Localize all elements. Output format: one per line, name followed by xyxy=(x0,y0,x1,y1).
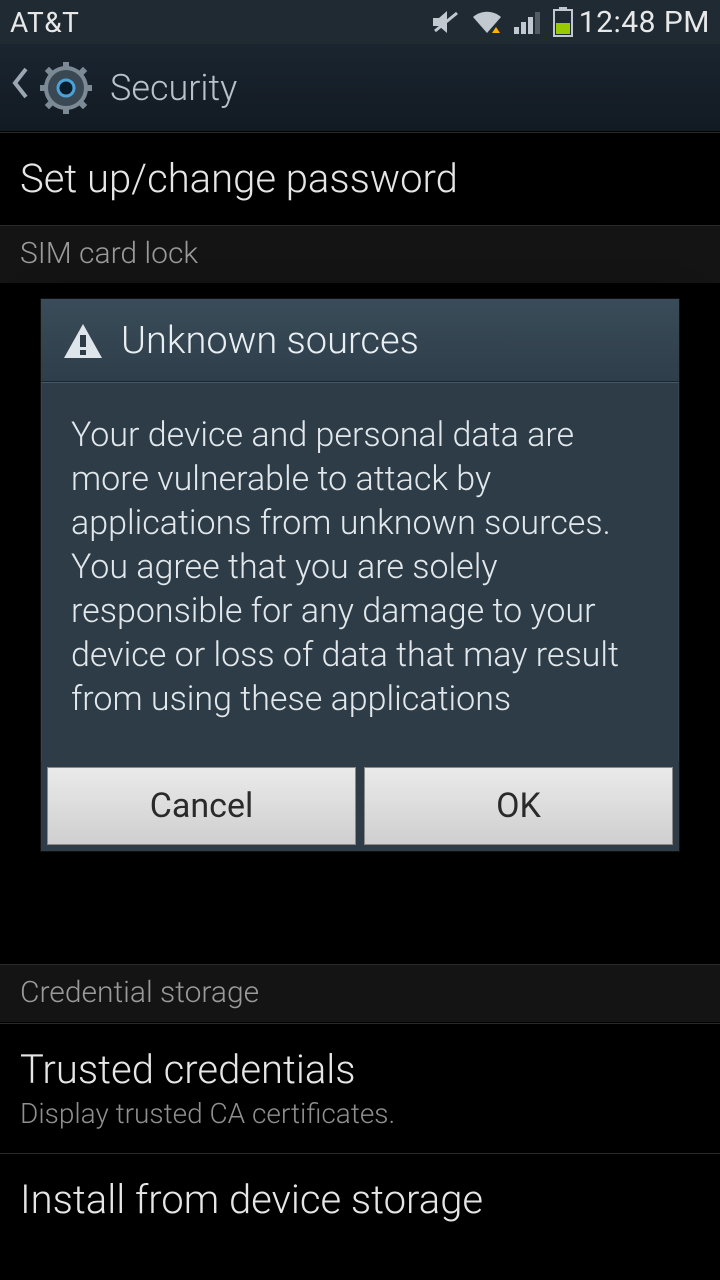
setup-password-label: Set up/change password xyxy=(20,155,700,202)
status-icons xyxy=(431,7,573,37)
action-bar: Security xyxy=(0,44,720,132)
sim-card-lock-section: SIM card lock xyxy=(0,225,720,284)
ok-button[interactable]: OK xyxy=(364,767,673,845)
trusted-credentials-title: Trusted credentials xyxy=(20,1046,700,1093)
carrier-label: AT&T xyxy=(10,6,79,39)
setup-password-item[interactable]: Set up/change password xyxy=(0,132,720,225)
dialog-buttons: Cancel OK xyxy=(41,761,679,851)
sim-card-lock-label: SIM card lock xyxy=(20,236,700,271)
clock-label: 12:48 PM xyxy=(579,5,710,40)
install-from-storage-title: Install from device storage xyxy=(20,1176,700,1223)
page-title: Security xyxy=(110,67,237,109)
signal-icon xyxy=(513,9,543,35)
status-bar: AT&T 12:48 PM xyxy=(0,0,720,44)
trusted-credentials-subtitle: Display trusted CA certificates. xyxy=(20,1097,700,1130)
warning-icon xyxy=(63,323,103,359)
dialog-title: Unknown sources xyxy=(121,319,419,363)
wifi-icon xyxy=(471,9,503,35)
dialog-body: Your device and personal data are more v… xyxy=(41,383,679,761)
battery-icon xyxy=(553,7,573,37)
credential-storage-label: Credential storage xyxy=(20,975,700,1010)
back-icon[interactable] xyxy=(10,66,30,109)
install-from-storage-item[interactable]: Install from device storage xyxy=(0,1153,720,1246)
trusted-credentials-item[interactable]: Trusted credentials Display trusted CA c… xyxy=(0,1023,720,1153)
settings-gear-icon[interactable] xyxy=(40,62,92,114)
mute-icon xyxy=(431,9,461,35)
unknown-sources-dialog: Unknown sources Your device and personal… xyxy=(40,298,680,852)
cancel-button[interactable]: Cancel xyxy=(47,767,356,845)
dialog-header: Unknown sources xyxy=(41,299,679,382)
credential-storage-section: Credential storage xyxy=(0,964,720,1023)
